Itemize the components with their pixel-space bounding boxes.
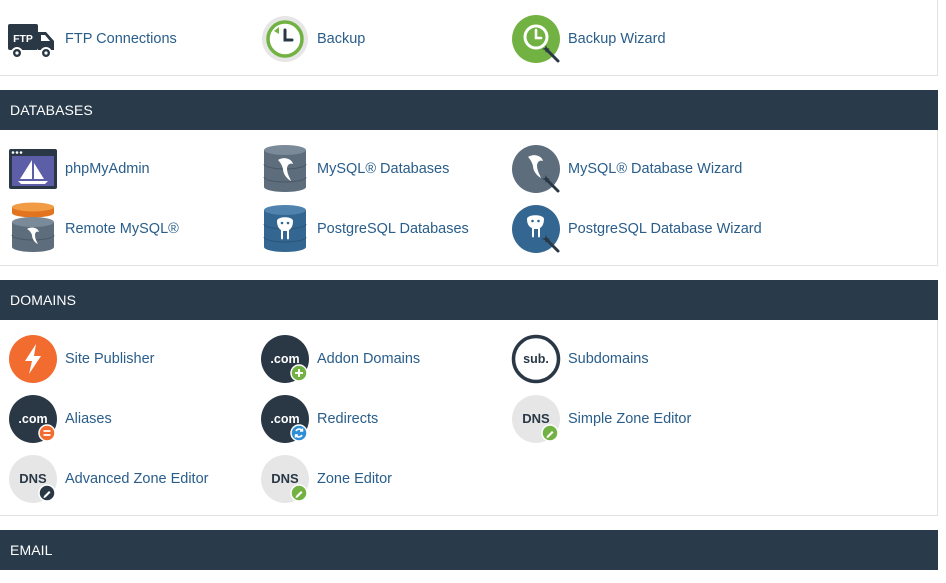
domains-section-header[interactable]: DOMAINS bbox=[0, 280, 938, 320]
phpmyadmin-link[interactable]: phpMyAdmin bbox=[8, 144, 150, 194]
zone-editor-icon: DNS bbox=[260, 454, 310, 504]
subdomains-link[interactable]: sub. Subdomains bbox=[511, 334, 649, 384]
backup-wizard-link[interactable]: Backup Wizard bbox=[511, 14, 666, 64]
subdomains-icon: sub. bbox=[511, 334, 561, 384]
phpmyadmin-icon bbox=[8, 144, 58, 194]
files-panel: FTP FTP Connections Backup Backup Wizard bbox=[0, 0, 938, 76]
simple-zone-editor-badge-text: DNS bbox=[522, 411, 550, 426]
aliases-icon: .com bbox=[8, 394, 58, 444]
advanced-zone-editor-label: Advanced Zone Editor bbox=[65, 471, 209, 487]
email-section-header[interactable]: EMAIL bbox=[0, 530, 938, 570]
addon-domains-badge-text: .com bbox=[270, 352, 299, 366]
postgresql-databases-icon bbox=[260, 204, 310, 254]
addon-domains-icon: .com bbox=[260, 334, 310, 384]
postgresql-database-wizard-label: PostgreSQL Database Wizard bbox=[568, 221, 762, 237]
domains-panel: Site Publisher .com Addon Domains sub. S… bbox=[0, 320, 938, 516]
subdomains-badge-text: sub. bbox=[523, 352, 549, 366]
aliases-label: Aliases bbox=[65, 411, 112, 427]
databases-panel: phpMyAdmin MySQL® Databases MySQL® Datab… bbox=[0, 130, 938, 266]
mysql-databases-icon bbox=[260, 144, 310, 194]
advanced-zone-editor-badge-text: DNS bbox=[19, 471, 47, 486]
postgresql-databases-link[interactable]: PostgreSQL Databases bbox=[260, 204, 469, 254]
redirects-badge-text: .com bbox=[270, 412, 299, 426]
site-publisher-label: Site Publisher bbox=[65, 351, 155, 367]
postgresql-database-wizard-link[interactable]: PostgreSQL Database Wizard bbox=[511, 204, 762, 254]
redirects-link[interactable]: .com Redirects bbox=[260, 394, 378, 444]
site-publisher-icon bbox=[8, 334, 58, 384]
backup-label: Backup bbox=[317, 31, 366, 47]
advanced-zone-editor-link[interactable]: DNS Advanced Zone Editor bbox=[8, 454, 208, 504]
addon-domains-link[interactable]: .com Addon Domains bbox=[260, 334, 420, 384]
mysql-database-wizard-link[interactable]: MySQL® Database Wizard bbox=[511, 144, 742, 194]
aliases-badge-text: .com bbox=[18, 412, 47, 426]
addon-domains-label: Addon Domains bbox=[317, 351, 421, 367]
databases-title: DATABASES bbox=[10, 102, 93, 118]
ftp-icon-text: FTP bbox=[13, 33, 33, 45]
postgresql-databases-label: PostgreSQL Databases bbox=[317, 221, 469, 237]
redirects-label: Redirects bbox=[317, 411, 379, 427]
mysql-databases-label: MySQL® Databases bbox=[317, 161, 450, 177]
zone-editor-badge-text: DNS bbox=[271, 471, 299, 486]
remote-mysql-label: Remote MySQL® bbox=[65, 221, 179, 237]
remote-mysql-link[interactable]: Remote MySQL® bbox=[8, 202, 179, 254]
remote-mysql-icon bbox=[8, 202, 58, 254]
subdomains-label: Subdomains bbox=[568, 351, 649, 367]
ftp-connections-link[interactable]: FTP FTP Connections bbox=[8, 14, 177, 64]
zone-editor-label: Zone Editor bbox=[317, 471, 392, 487]
simple-zone-editor-icon: DNS bbox=[511, 394, 561, 444]
backup-wizard-icon bbox=[511, 14, 561, 64]
databases-section-header[interactable]: DATABASES bbox=[0, 90, 938, 130]
aliases-link[interactable]: .com Aliases bbox=[8, 394, 112, 444]
simple-zone-editor-link[interactable]: DNS Simple Zone Editor bbox=[511, 394, 691, 444]
mysql-wizard-icon bbox=[511, 144, 561, 194]
backup-clock-icon bbox=[260, 14, 310, 64]
mysql-databases-link[interactable]: MySQL® Databases bbox=[260, 144, 449, 194]
ftp-truck-icon: FTP bbox=[8, 14, 58, 64]
advanced-zone-editor-icon: DNS bbox=[8, 454, 58, 504]
mysql-database-wizard-label: MySQL® Database Wizard bbox=[568, 161, 743, 177]
domains-title: DOMAINS bbox=[10, 292, 77, 308]
redirects-icon: .com bbox=[260, 394, 310, 444]
simple-zone-editor-label: Simple Zone Editor bbox=[568, 411, 692, 427]
ftp-connections-label: FTP Connections bbox=[65, 31, 177, 47]
site-publisher-link[interactable]: Site Publisher bbox=[8, 334, 154, 384]
zone-editor-link[interactable]: DNS Zone Editor bbox=[260, 454, 392, 504]
email-title: EMAIL bbox=[10, 542, 53, 558]
backup-link[interactable]: Backup bbox=[260, 14, 365, 64]
phpmyadmin-label: phpMyAdmin bbox=[65, 161, 150, 177]
postgresql-wizard-icon bbox=[511, 204, 561, 254]
backup-wizard-label: Backup Wizard bbox=[568, 31, 666, 47]
